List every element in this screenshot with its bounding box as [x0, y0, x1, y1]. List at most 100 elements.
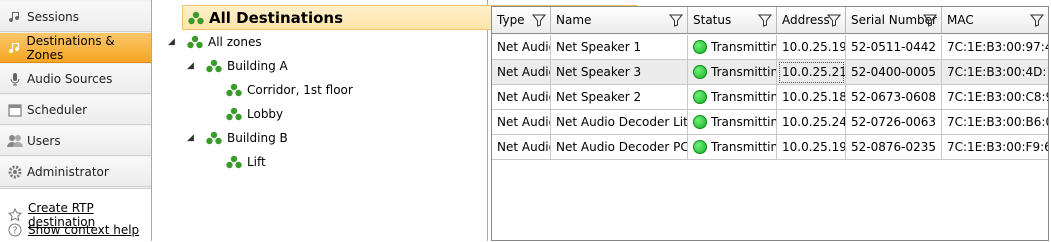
- status-text: Transmitting: [711, 40, 776, 54]
- filter-icon[interactable]: [923, 13, 937, 27]
- filter-icon[interactable]: [532, 13, 546, 27]
- cell-serial: 52-0673-0608: [846, 85, 942, 110]
- cell-name: Net Audio Decoder Lite 1: [551, 110, 688, 135]
- tree-node-label: Building B: [227, 131, 288, 145]
- sidebar-item-label: Users: [27, 133, 61, 148]
- sidebar-item-label: Sessions: [27, 9, 80, 24]
- sidebar: Sessions Destinations & Zones Audio Sour…: [0, 0, 152, 242]
- cell-name: Net Speaker 1: [551, 35, 688, 60]
- cell-address: 10.0.25.211: [777, 60, 846, 85]
- tree-node-all-zones[interactable]: All zones: [186, 32, 262, 52]
- cell-address: 10.0.25.198: [777, 135, 846, 160]
- cell-mac: 7C:1E:B3:00:F9:6C: [942, 135, 1048, 160]
- gear-icon: [7, 164, 23, 180]
- table-row[interactable]: Net Audio Net Speaker 3 Transmitting 10.…: [492, 60, 1048, 85]
- status-indicator-icon: [693, 115, 707, 129]
- tree-header-label: All Destinations: [209, 8, 344, 27]
- zone-group-icon: [206, 59, 222, 73]
- column-header-name[interactable]: Name: [551, 7, 688, 34]
- filter-icon[interactable]: [1030, 13, 1044, 27]
- sidebar-item-destinations-zones[interactable]: Destinations & Zones: [0, 33, 151, 63]
- column-header-address[interactable]: Address: [777, 7, 846, 34]
- link-label: Show context help: [28, 223, 140, 237]
- table-row[interactable]: Net Audio Net Audio Decoder Lite 1 Trans…: [492, 110, 1048, 135]
- cell-status: Transmitting: [688, 110, 777, 135]
- tree-node-building-a[interactable]: Building A: [205, 56, 288, 76]
- zone-group-icon: [188, 11, 204, 24]
- cell-status: Transmitting: [688, 85, 777, 110]
- zone-icon: [226, 83, 242, 97]
- tree-node-building-b[interactable]: Building B: [205, 128, 288, 148]
- cell-type: Net Audio: [492, 85, 551, 110]
- tree-node-label: Lobby: [247, 107, 284, 121]
- status-indicator-icon: [693, 65, 707, 79]
- show-context-help-link[interactable]: ? Show context help: [8, 223, 139, 237]
- cell-serial: 52-0511-0442: [846, 35, 942, 60]
- star-icon: [8, 208, 22, 222]
- cell-address: 10.0.25.196: [777, 35, 846, 60]
- column-header-serial-number[interactable]: Serial Number: [846, 7, 942, 34]
- sidebar-item-label: Administrator: [27, 164, 109, 179]
- cell-mac: 7C:1E:B3:00:B6:07: [942, 110, 1048, 135]
- sidebar-item-audio-sources[interactable]: Audio Sources: [0, 64, 151, 94]
- tree-node-label: Building A: [227, 59, 288, 73]
- music-note-icon: [7, 9, 23, 25]
- filter-icon[interactable]: [827, 13, 841, 27]
- cell-name: Net Speaker 3: [551, 60, 688, 85]
- sidebar-item-users[interactable]: Users: [0, 126, 151, 156]
- cell-serial: 52-0876-0235: [846, 135, 942, 160]
- cell-mac: 7C:1E:B3:00:C8:90: [942, 85, 1048, 110]
- sidebar-item-sessions[interactable]: Sessions: [0, 2, 151, 32]
- cell-name: Net Audio Decoder PCB 1: [551, 135, 688, 160]
- tree-node-label: Lift: [247, 155, 266, 169]
- collapse-arrow-icon[interactable]: ◢: [187, 134, 195, 143]
- tree-node-label: All zones: [208, 35, 262, 49]
- users-icon: [7, 133, 23, 149]
- cell-type: Net Audio: [492, 135, 551, 160]
- tree-node-corridor-1st-floor[interactable]: Corridor, 1st floor: [225, 80, 353, 100]
- status-text: Transmitting: [711, 115, 776, 129]
- status-text: Transmitting: [711, 65, 776, 79]
- column-header-label: Address: [782, 13, 830, 27]
- table-row[interactable]: Net Audio Net Speaker 2 Transmitting 10.…: [492, 85, 1048, 110]
- column-header-label: Type: [497, 13, 525, 27]
- table-row[interactable]: Net Audio Net Speaker 1 Transmitting 10.…: [492, 35, 1048, 60]
- music-note-icon: [7, 40, 22, 56]
- tree-node-lift[interactable]: Lift: [225, 152, 266, 172]
- cell-name: Net Speaker 2: [551, 85, 688, 110]
- column-header-status[interactable]: Status: [688, 7, 777, 34]
- sidebar-item-label: Audio Sources: [27, 71, 113, 86]
- collapse-arrow-icon[interactable]: ◢: [168, 38, 176, 47]
- filter-icon[interactable]: [758, 13, 772, 27]
- column-header-mac[interactable]: MAC: [942, 7, 1048, 34]
- zone-icon: [226, 107, 242, 121]
- cell-mac: 7C:1E:B3:00:4D:1B: [942, 60, 1048, 85]
- cell-type: Net Audio: [492, 35, 551, 60]
- filter-icon[interactable]: [669, 13, 683, 27]
- destinations-tree: All Destinations ◢ All zones ◢ Building …: [152, 0, 637, 241]
- cell-address: 10.0.25.241: [777, 110, 846, 135]
- cell-address: 10.0.25.187: [777, 85, 846, 110]
- svg-text:?: ?: [12, 226, 17, 237]
- column-header-label: Name: [556, 13, 592, 27]
- column-header-label: Status: [693, 13, 732, 27]
- zone-icon: [226, 155, 242, 169]
- sidebar-item-scheduler[interactable]: Scheduler: [0, 95, 151, 125]
- tree-node-lobby[interactable]: Lobby: [225, 104, 283, 124]
- status-indicator-icon: [693, 90, 707, 104]
- sidebar-item-administrator[interactable]: Administrator: [0, 157, 151, 187]
- destinations-grid: Type Name Status Address Serial Number M…: [491, 6, 1049, 241]
- zone-group-icon: [187, 35, 203, 49]
- cell-type: Net Audio: [492, 110, 551, 135]
- zone-group-icon: [206, 131, 222, 145]
- column-header-type[interactable]: Type: [492, 7, 551, 34]
- sidebar-item-label: Scheduler: [27, 102, 88, 117]
- cell-status: Transmitting: [688, 135, 777, 160]
- tree-node-label: Corridor, 1st floor: [247, 83, 353, 97]
- collapse-arrow-icon[interactable]: ◢: [187, 62, 195, 71]
- status-indicator-icon: [693, 140, 707, 154]
- cell-serial: 52-0400-0005: [846, 60, 942, 85]
- microphone-icon: [7, 71, 23, 87]
- status-text: Transmitting: [711, 90, 776, 104]
- table-row[interactable]: Net Audio Net Audio Decoder PCB 1 Transm…: [492, 135, 1048, 160]
